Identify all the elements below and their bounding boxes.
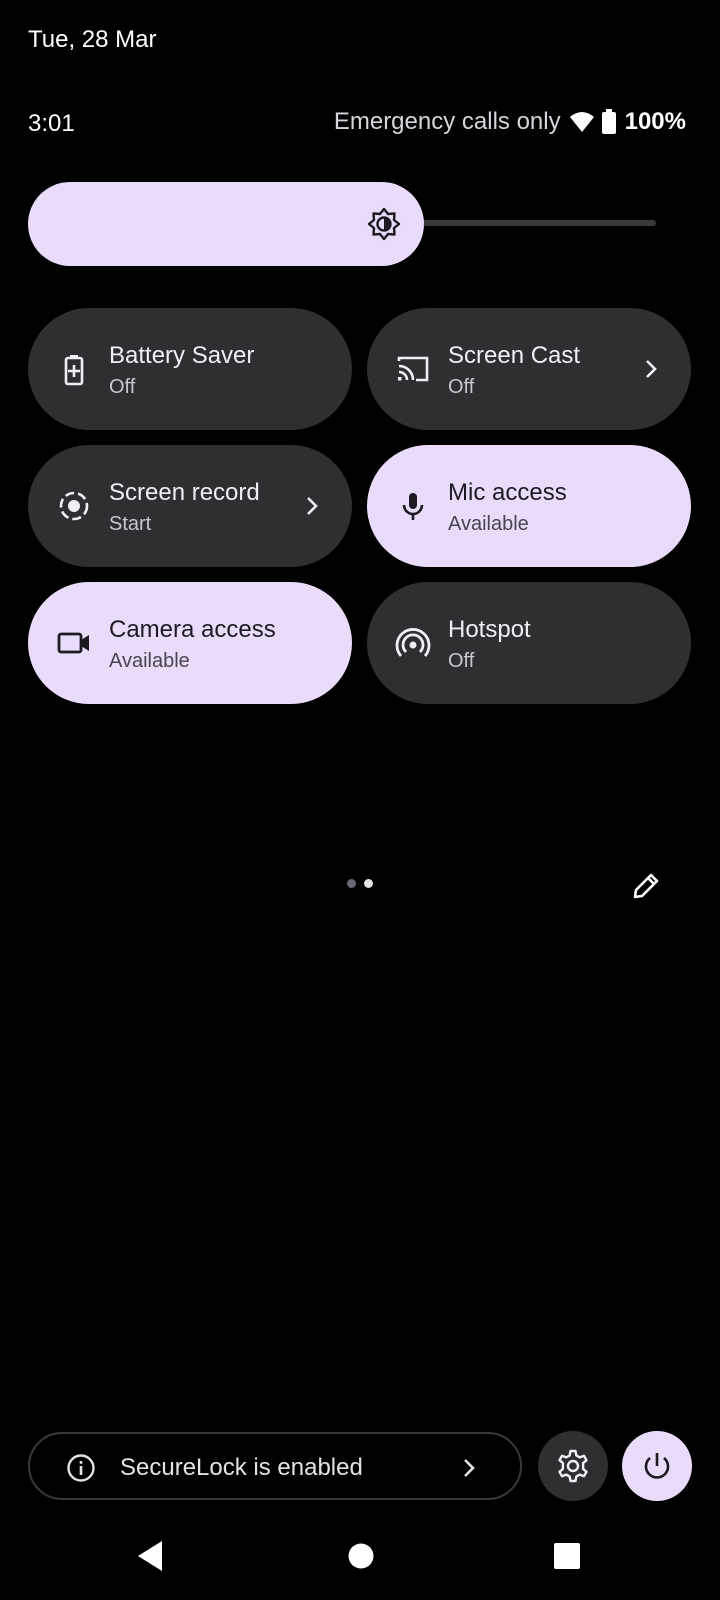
gear-icon	[558, 1449, 588, 1483]
nav-recents-button[interactable]	[547, 1536, 587, 1576]
cast-icon	[395, 351, 431, 387]
brightness-icon	[366, 206, 402, 242]
clock-time: 3:01	[28, 110, 75, 137]
tile-title: Screen record	[109, 479, 260, 506]
tile-mic-access[interactable]: Mic access Available	[367, 445, 691, 567]
microphone-icon	[395, 488, 431, 524]
securelock-label: SecureLock is enabled	[120, 1454, 363, 1481]
wifi-icon	[569, 110, 595, 134]
edit-pencil-icon[interactable]	[628, 868, 664, 904]
screen-record-icon	[56, 488, 92, 524]
home-circle-icon	[348, 1543, 374, 1569]
tile-subtitle: Available	[448, 513, 529, 535]
tile-subtitle: Off	[109, 376, 136, 398]
chevron-right-icon[interactable]	[637, 355, 665, 383]
date-label: Tue, 28 Mar	[28, 26, 157, 53]
securelock-status-button[interactable]: SecureLock is enabled	[28, 1432, 522, 1500]
tile-subtitle: Off	[448, 650, 475, 672]
chevron-right-icon[interactable]	[298, 492, 326, 520]
chevron-right-icon	[456, 1455, 482, 1481]
tile-title: Screen Cast	[448, 342, 581, 369]
nav-back-button[interactable]	[130, 1536, 170, 1576]
tile-camera-access[interactable]: Camera access Available	[28, 582, 352, 704]
tile-hotspot[interactable]: Hotspot Off	[367, 582, 691, 704]
hotspot-icon	[395, 625, 431, 661]
tile-title: Battery Saver	[109, 342, 255, 369]
power-icon	[644, 1453, 670, 1479]
tile-title: Camera access	[109, 616, 276, 643]
nav-home-button[interactable]	[341, 1536, 381, 1576]
battery-saver-icon	[56, 351, 92, 387]
tile-battery-saver[interactable]: Battery Saver Off	[28, 308, 352, 430]
battery-percent: 100%	[624, 108, 686, 135]
tile-title: Mic access	[448, 479, 567, 506]
brightness-fill[interactable]	[28, 182, 424, 266]
recents-square-icon	[554, 1543, 580, 1569]
back-triangle-icon	[138, 1541, 162, 1571]
carrier-status: Emergency calls only	[333, 108, 561, 135]
page-indicator-dot[interactable]	[347, 879, 356, 888]
tile-subtitle: Start	[109, 513, 152, 535]
power-button[interactable]	[622, 1431, 692, 1501]
tile-screen-cast[interactable]: Screen Cast Off	[367, 308, 691, 430]
info-icon	[66, 1453, 96, 1483]
settings-button[interactable]	[538, 1431, 608, 1501]
tile-screen-record[interactable]: Screen record Start	[28, 445, 352, 567]
page-indicator-dot[interactable]	[364, 879, 373, 888]
tile-subtitle: Off	[448, 376, 475, 398]
tile-title: Hotspot	[448, 616, 531, 643]
battery-icon	[601, 109, 617, 135]
camera-icon	[56, 625, 92, 661]
tile-subtitle: Available	[109, 650, 190, 672]
status-bar-right: Emergency calls only 100%	[334, 108, 686, 136]
brightness-slider[interactable]	[28, 182, 656, 266]
